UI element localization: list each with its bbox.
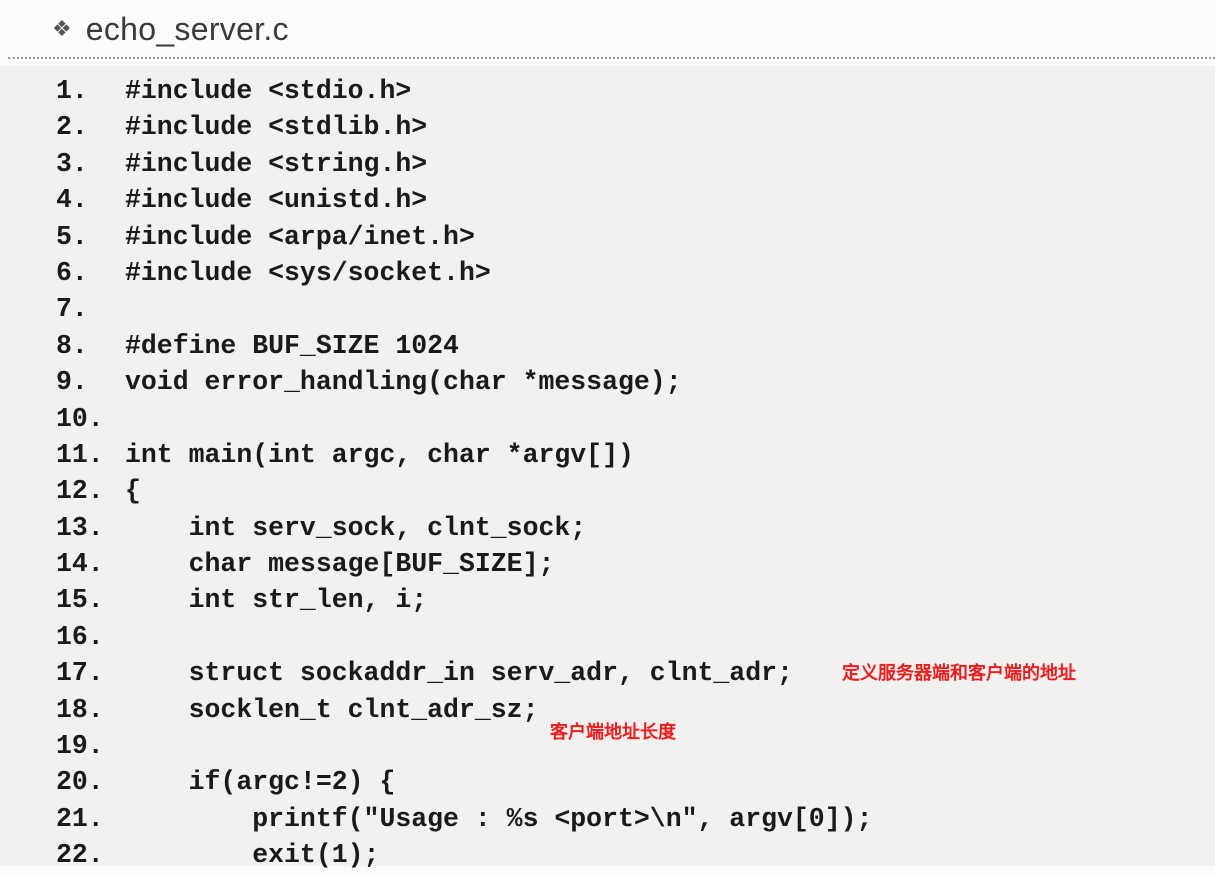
- line-number: 3.: [56, 148, 88, 179]
- code-line: 19.: [56, 728, 872, 764]
- code-line: 6. #include <sys/socket.h>: [56, 255, 872, 291]
- code-line: 9. void error_handling(char *message);: [56, 364, 872, 400]
- code-line: 20. if(argc!=2) {: [56, 764, 872, 800]
- line-number: 17.: [56, 658, 104, 689]
- line-number: 9.: [56, 367, 88, 398]
- code-text: #include <string.h>: [125, 148, 428, 179]
- code-line: 7.: [56, 291, 872, 327]
- code-line: 14. char message[BUF_SIZE];: [56, 546, 872, 582]
- code-text: #include <stdio.h>: [125, 76, 412, 106]
- line-number: 12.: [56, 476, 104, 507]
- code-text: #include <sys/socket.h>: [125, 257, 491, 288]
- code-text: {: [125, 476, 141, 507]
- line-number: 19.: [56, 731, 104, 762]
- code-text: int main(int argc, char *argv[]): [125, 439, 634, 470]
- annotation-server-client-address: 定义服务器端和客户端的地址: [842, 663, 1076, 684]
- line-number: 20.: [56, 767, 104, 798]
- code-line: 2. #include <stdlib.h>: [56, 109, 872, 145]
- code-line: 21. printf("Usage : %s <port>\n", argv[0…: [56, 801, 872, 837]
- code-text: int serv_sock, clnt_sock;: [125, 512, 587, 543]
- line-number: 11.: [56, 439, 104, 470]
- code-text: char message[BUF_SIZE];: [125, 549, 555, 580]
- line-number: 1.: [56, 76, 88, 106]
- line-number: 21.: [56, 803, 104, 834]
- diamond-bullet-icon: ❖: [52, 16, 72, 41]
- code-text: exit(1);: [125, 840, 380, 871]
- line-number: 4.: [56, 185, 88, 216]
- code-line: 17. struct sockaddr_in serv_adr, clnt_ad…: [56, 655, 872, 691]
- code-text: socklen_t clnt_adr_sz;: [125, 694, 539, 725]
- code-line: 16.: [56, 619, 872, 655]
- code-text: #include <stdlib.h>: [125, 112, 428, 143]
- code-text: struct sockaddr_in serv_adr, clnt_adr;: [125, 658, 793, 689]
- code-line: 15. int str_len, i;: [56, 582, 872, 618]
- line-number: 5.: [56, 221, 88, 252]
- dotted-divider: [8, 57, 1215, 59]
- code-line: 11. int main(int argc, char *argv[]): [56, 437, 872, 473]
- line-number: 7.: [56, 294, 88, 325]
- code-text: int str_len, i;: [125, 585, 428, 616]
- code-line: 18. socklen_t clnt_adr_sz;: [56, 692, 872, 728]
- line-number: 15.: [56, 585, 104, 616]
- code-text: void error_handling(char *message);: [125, 367, 682, 398]
- annotation-client-address-length: 客户端地址长度: [550, 722, 676, 743]
- code-text: if(argc!=2) {: [125, 767, 396, 798]
- code-line: 22. exit(1);: [56, 837, 872, 873]
- line-number: 10.: [56, 403, 104, 434]
- line-number: 14.: [56, 549, 104, 580]
- code-listing-header: ❖ echo_server.c: [52, 6, 289, 52]
- code-text: printf("Usage : %s <port>\n", argv[0]);: [125, 803, 873, 834]
- line-number: 13.: [56, 512, 104, 543]
- line-number: 16.: [56, 621, 104, 652]
- code-line: 13. int serv_sock, clnt_sock;: [56, 510, 872, 546]
- code-line: 10.: [56, 401, 872, 437]
- code-text: #include <arpa/inet.h>: [125, 221, 475, 252]
- code-text: #include <unistd.h>: [125, 185, 428, 216]
- code-lines: 1. #include <stdio.h> 2. #include <stdlib.h…: [56, 73, 872, 874]
- code-line: 3. #include <string.h>: [56, 146, 872, 182]
- line-number: 2.: [56, 112, 88, 143]
- code-line: 12. {: [56, 473, 872, 509]
- line-number: 6.: [56, 257, 88, 288]
- line-number: 18.: [56, 694, 104, 725]
- code-text: #define BUF_SIZE 1024: [125, 330, 459, 361]
- file-title: echo_server.c: [85, 10, 289, 47]
- line-number: 8.: [56, 330, 88, 361]
- code-line: 1. #include <stdio.h>: [56, 73, 872, 109]
- code-line: 4. #include <unistd.h>: [56, 182, 872, 218]
- code-line: 5. #include <arpa/inet.h>: [56, 219, 872, 255]
- line-number: 22.: [56, 840, 104, 871]
- code-line: 8. #define BUF_SIZE 1024: [56, 328, 872, 364]
